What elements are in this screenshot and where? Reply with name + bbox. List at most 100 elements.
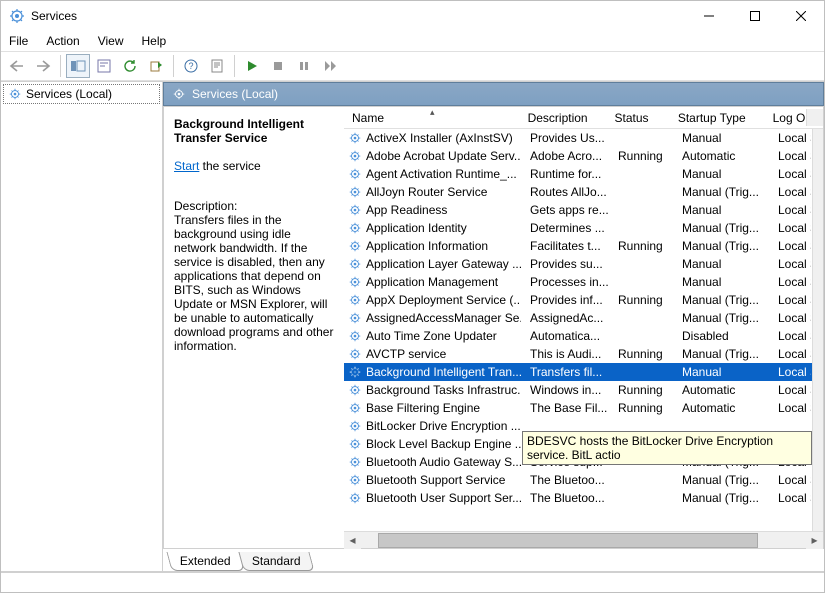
statusbar — [1, 572, 824, 592]
service-name: App Readiness — [366, 203, 447, 217]
properties-sheet-button[interactable] — [205, 54, 229, 78]
selected-service-title: Background Intelligent Transfer Service — [174, 117, 334, 145]
pane-header: Services (Local) — [163, 82, 824, 106]
menu-help[interactable]: Help — [140, 33, 169, 49]
service-row[interactable]: Background Intelligent Tran...Transfers … — [344, 363, 812, 381]
service-description: Runtime for... — [522, 164, 610, 184]
service-row[interactable]: ActiveX Installer (AxInstSV)Provides Us.… — [344, 129, 812, 147]
service-row[interactable]: Auto Time Zone UpdaterAutomatica...Disab… — [344, 327, 812, 345]
vertical-scrollbar[interactable] — [812, 129, 823, 531]
gear-icon — [348, 203, 362, 217]
scrollbar-thumb[interactable] — [378, 533, 758, 548]
refresh-button[interactable] — [118, 54, 142, 78]
help-button[interactable]: ? — [179, 54, 203, 78]
service-startup: Manual (Trig... — [674, 308, 770, 328]
service-startup: Manual (Trig... — [674, 236, 770, 256]
column-header-status[interactable]: Status — [607, 108, 670, 128]
tree-node-label: Services (Local) — [26, 87, 112, 101]
start-link[interactable]: Start — [174, 159, 199, 173]
gear-icon — [348, 221, 362, 235]
toolbar: ? — [1, 51, 824, 81]
service-status — [610, 135, 674, 141]
service-name: Agent Activation Runtime_... — [366, 167, 517, 181]
service-row[interactable]: App ReadinessGets apps re...ManualLocal … — [344, 201, 812, 219]
service-row[interactable]: AssignedAccessManager Se...AssignedAc...… — [344, 309, 812, 327]
service-description: Windows in... — [522, 380, 610, 400]
gear-icon — [348, 473, 362, 487]
service-name: AppX Deployment Service (... — [366, 293, 522, 307]
tooltip: BDESVC hosts the BitLocker Drive Encrypt… — [522, 431, 812, 465]
service-status: Running — [610, 344, 674, 364]
stop-service-button[interactable] — [266, 54, 290, 78]
service-row[interactable]: Application Layer Gateway ...Provides su… — [344, 255, 812, 273]
service-description: Facilitates t... — [522, 236, 610, 256]
menu-action[interactable]: Action — [44, 33, 81, 49]
service-name: Bluetooth Audio Gateway S... — [366, 455, 522, 469]
service-logon: Local Sy — [770, 362, 812, 382]
service-status — [610, 369, 674, 375]
show-hide-tree-button[interactable] — [66, 54, 90, 78]
service-row[interactable]: Bluetooth User Support Ser...The Bluetoo… — [344, 489, 812, 507]
list-body[interactable]: ActiveX Installer (AxInstSV)Provides Us.… — [344, 129, 823, 531]
service-row[interactable]: AVCTP serviceThis is Audi...RunningManua… — [344, 345, 812, 363]
pause-service-button[interactable] — [292, 54, 316, 78]
tree-node-services-local[interactable]: Services (Local) — [3, 84, 160, 104]
service-row[interactable]: Application IdentityDetermines ...Manual… — [344, 219, 812, 237]
back-button[interactable] — [5, 54, 29, 78]
gear-icon — [348, 239, 362, 253]
gear-icon — [348, 347, 362, 361]
service-status — [610, 189, 674, 195]
export-list-button[interactable] — [144, 54, 168, 78]
service-row[interactable]: Agent Activation Runtime_... Runtime for.… — [344, 165, 812, 183]
scroll-left-button[interactable]: ◂ — [344, 532, 361, 549]
service-row[interactable]: AllJoyn Router ServiceRoutes AllJo...Man… — [344, 183, 812, 201]
service-status: Running — [610, 380, 674, 400]
window-title: Services — [31, 9, 686, 23]
maximize-button[interactable] — [732, 1, 778, 31]
scroll-right-button[interactable]: ▸ — [806, 532, 823, 549]
restart-service-button[interactable] — [318, 54, 342, 78]
close-button[interactable] — [778, 1, 824, 31]
service-row[interactable]: Application InformationFacilitates t...R… — [344, 237, 812, 255]
service-name: Bluetooth User Support Ser... — [366, 491, 522, 505]
description-text: Transfers files in the background using … — [174, 213, 334, 353]
column-header-name[interactable]: Name▴ — [344, 108, 520, 128]
gear-icon — [348, 185, 362, 199]
service-status — [610, 333, 674, 339]
forward-button[interactable] — [31, 54, 55, 78]
service-startup: Manual (Trig... — [674, 488, 770, 508]
column-header-logon[interactable]: Log On — [765, 108, 807, 128]
scroll-up-button[interactable] — [806, 109, 823, 126]
console-tree[interactable]: Services (Local) — [1, 81, 163, 572]
properties-button[interactable] — [92, 54, 116, 78]
service-logon: Local Sy — [770, 488, 812, 508]
service-description: Provides su... — [522, 254, 610, 274]
service-description: Determines ... — [522, 218, 610, 238]
menu-view[interactable]: View — [96, 33, 126, 49]
horizontal-scrollbar[interactable]: ◂ ▸ — [344, 531, 823, 548]
service-status — [610, 315, 674, 321]
tab-extended[interactable]: Extended — [166, 552, 244, 571]
column-header-startup[interactable]: Startup Type — [670, 108, 765, 128]
svg-text:?: ? — [188, 61, 193, 71]
service-row[interactable]: AppX Deployment Service (...Provides inf… — [344, 291, 812, 309]
tab-standard[interactable]: Standard — [238, 552, 314, 571]
service-row[interactable]: Application ManagementProcesses in...Man… — [344, 273, 812, 291]
titlebar[interactable]: Services — [1, 1, 824, 31]
menu-file[interactable]: File — [7, 33, 30, 49]
start-service-button[interactable] — [240, 54, 264, 78]
view-tabs: Extended Standard — [163, 549, 824, 571]
service-row[interactable]: Background Tasks Infrastruc...Windows in… — [344, 381, 812, 399]
service-logon: Local Sy — [770, 290, 812, 310]
service-row[interactable]: Bluetooth Support ServiceThe Bluetoo...M… — [344, 471, 812, 489]
service-startup: Automatic — [674, 146, 770, 166]
service-row[interactable]: Adobe Acrobat Update Serv...Adobe Acro..… — [344, 147, 812, 165]
gear-icon — [348, 167, 362, 181]
service-row[interactable]: Base Filtering EngineThe Base Fil...Runn… — [344, 399, 812, 417]
services-list: Name▴ Description Status Startup Type Lo… — [344, 107, 823, 548]
service-description: Processes in... — [522, 272, 610, 292]
gear-icon — [348, 275, 362, 289]
minimize-button[interactable] — [686, 1, 732, 31]
list-header: Name▴ Description Status Startup Type Lo… — [344, 107, 823, 129]
column-header-description[interactable]: Description — [520, 108, 607, 128]
